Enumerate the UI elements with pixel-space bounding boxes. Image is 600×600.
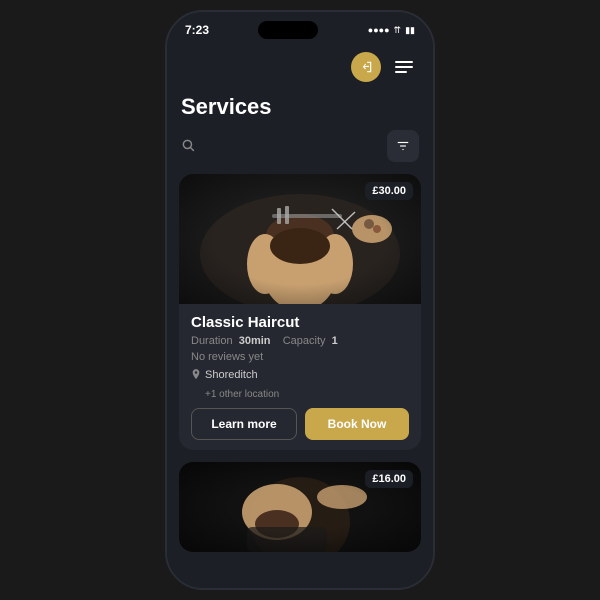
price-badge: £30.00 [365, 182, 413, 200]
learn-more-button[interactable]: Learn more [191, 408, 297, 440]
location-pin-icon [191, 369, 201, 381]
menu-line-2 [395, 66, 413, 68]
service-card-2: £16.00 [179, 462, 421, 552]
card-meta: Duration 30min Capacity 1 [191, 335, 409, 347]
location-more: +1 other location [205, 389, 409, 400]
duration-value: 30min [239, 335, 271, 347]
wifi-icon: ⇈ [394, 25, 402, 36]
menu-line-3 [395, 71, 407, 73]
battery-icon: ▮▮ [405, 25, 415, 36]
menu-button[interactable] [389, 52, 419, 82]
partial-price-badge: £16.00 [365, 470, 413, 488]
signal-icon: ●●●● [368, 25, 390, 35]
capacity-label: Capacity [283, 335, 326, 347]
phone-frame: 7:23 ●●●● ⇈ ▮▮ Services [165, 10, 435, 590]
card-location: Shoreditch [191, 369, 409, 381]
app-content: Services [167, 44, 433, 588]
location-text: Shoreditch [205, 369, 258, 381]
status-bar: 7:23 ●●●● ⇈ ▮▮ [167, 12, 433, 44]
search-row [167, 130, 433, 174]
login-button[interactable] [351, 52, 381, 82]
capacity-value: 1 [332, 335, 338, 347]
hamburger-icon [395, 61, 413, 73]
search-icon [181, 138, 195, 155]
card-actions: Learn more Book Now [191, 408, 409, 440]
filter-button[interactable] [387, 130, 419, 162]
page-title: Services [167, 90, 433, 130]
card-title: Classic Haircut [191, 314, 409, 331]
card-body: Classic Haircut Duration 30min Capacity … [179, 304, 421, 450]
status-time: 7:23 [185, 23, 209, 37]
filter-icon [396, 139, 410, 153]
status-icons: ●●●● ⇈ ▮▮ [368, 25, 415, 36]
search-wrap [181, 138, 379, 155]
book-now-button[interactable]: Book Now [305, 408, 409, 440]
top-nav [167, 44, 433, 90]
card-reviews: No reviews yet [191, 351, 409, 363]
login-icon [359, 60, 373, 74]
duration-label: Duration [191, 335, 233, 347]
dynamic-island [258, 21, 318, 39]
card-image: £30.00 [179, 174, 421, 304]
menu-line-1 [395, 61, 413, 63]
service-card-classic-haircut: £30.00 Classic Haircut Duration 30min Ca… [179, 174, 421, 450]
partial-card-image: £16.00 [179, 462, 421, 552]
